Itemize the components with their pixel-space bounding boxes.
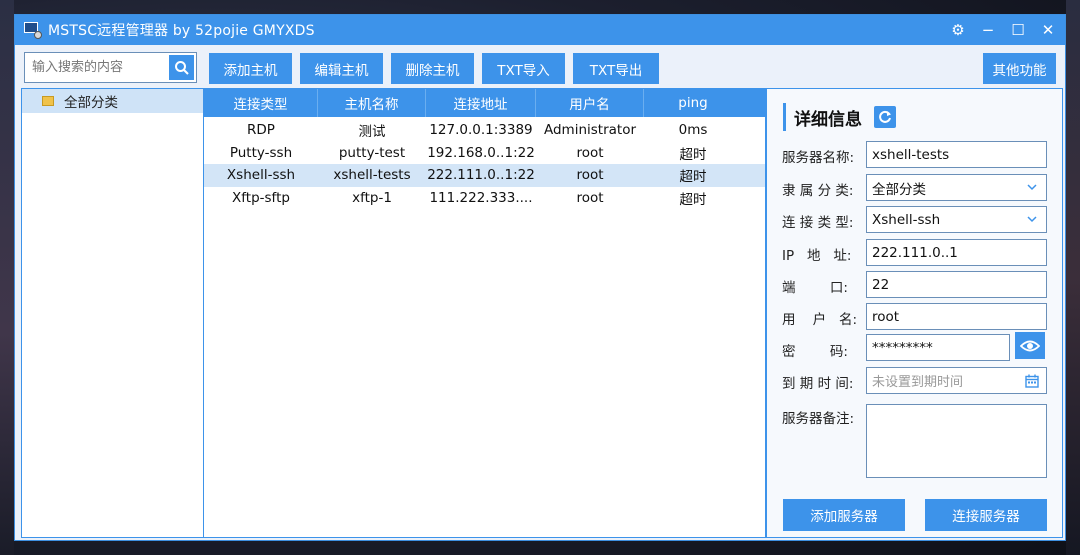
- host-table: 连接类型 主机名称 连接地址 用户名 ping RDP 测试 127.0.0.1…: [203, 88, 766, 538]
- txt-import-button[interactable]: TXT导入: [482, 53, 565, 84]
- settings-gear-icon[interactable]: ⚙: [949, 21, 967, 39]
- cell-type: Putty-ssh: [229, 144, 293, 161]
- cell-name: 测试: [358, 124, 386, 141]
- table-row[interactable]: Xftp-sftp xftp-1 111.222.333.... root 超时: [204, 187, 765, 210]
- edit-host-button[interactable]: 编辑主机: [300, 53, 383, 84]
- cell-user: root: [576, 144, 604, 161]
- cell-address: 127.0.0.1:3389: [429, 122, 533, 139]
- search-box: [24, 52, 197, 83]
- cell-name: xftp-1: [352, 189, 392, 206]
- port-field[interactable]: 22: [866, 271, 1047, 298]
- calendar-icon[interactable]: [1025, 374, 1039, 388]
- cell-type: Xshell-ssh: [226, 167, 296, 184]
- label-conn-type: 连 接 类 型:: [782, 215, 854, 231]
- main-window: MSTSC远程管理器 by 52pojie GMYXDS ⚙ − ☐ ✕ 添加主…: [14, 14, 1066, 541]
- tree-item-label: 全部分类: [64, 95, 118, 111]
- password-field[interactable]: *********: [866, 334, 1010, 361]
- label-category: 隶 属 分 类:: [782, 183, 854, 199]
- expire-placeholder: 未设置到期时间: [872, 375, 964, 390]
- folder-icon: [42, 96, 54, 106]
- label-server-name: 服务器名称:: [782, 150, 855, 166]
- search-icon: [174, 60, 189, 75]
- add-server-button[interactable]: 添加服务器: [783, 499, 905, 531]
- server-note-textarea[interactable]: [866, 404, 1047, 478]
- category-tree: 全部分类: [21, 88, 204, 538]
- close-button[interactable]: ✕: [1039, 21, 1057, 39]
- table-row-selected[interactable]: Xshell-ssh xshell-tests 222.111.0..1:22 …: [204, 164, 765, 187]
- label-expire: 到 期 时 间:: [782, 376, 854, 392]
- label-user: 用 户 名:: [782, 312, 858, 328]
- detail-header: 详细信息: [783, 103, 896, 131]
- label-note: 服务器备注:: [782, 411, 855, 427]
- search-input[interactable]: [25, 54, 167, 81]
- window-title: MSTSC远程管理器 by 52pojie GMYXDS: [48, 23, 315, 39]
- cell-address: 111.222.333....: [429, 189, 533, 206]
- detail-title: 详细信息: [794, 109, 862, 130]
- cell-ping: 超时: [679, 146, 707, 163]
- server-name-field[interactable]: xshell-tests: [866, 141, 1047, 168]
- cell-address: 222.111.0..1:22: [427, 167, 535, 184]
- cell-type: Xftp-sftp: [232, 189, 290, 206]
- label-password: 密 码:: [782, 344, 848, 360]
- cell-type: RDP: [247, 122, 275, 139]
- expire-date-field[interactable]: 未设置到期时间: [866, 367, 1047, 394]
- toolbar: 添加主机 编辑主机 删除主机 TXT导入 TXT导出 其他功能: [15, 51, 1067, 87]
- other-functions-button[interactable]: 其他功能: [983, 53, 1056, 84]
- cell-user: Administrator: [543, 122, 637, 139]
- cell-ping: 超时: [679, 169, 707, 186]
- column-header-address[interactable]: 连接地址: [426, 89, 536, 117]
- detail-panel: 详细信息 服务器名称: xshell-tests 隶 属 分 类: 全部分类 连…: [766, 88, 1063, 538]
- ip-address-field[interactable]: 222.111.0..1: [866, 239, 1047, 266]
- label-port: 端 口:: [782, 280, 848, 296]
- table-header: 连接类型 主机名称 连接地址 用户名 ping: [204, 89, 765, 117]
- table-row[interactable]: Putty-ssh putty-test 192.168.0..1:22 roo…: [204, 142, 765, 165]
- refresh-button[interactable]: [874, 106, 896, 128]
- delete-host-button[interactable]: 删除主机: [391, 53, 474, 84]
- minimize-button[interactable]: −: [979, 21, 997, 39]
- cell-user: root: [576, 167, 604, 184]
- chevron-down-icon: [1027, 216, 1037, 223]
- eye-icon: [1020, 340, 1040, 351]
- tree-item-all-categories[interactable]: 全部分类: [22, 89, 203, 113]
- desktop-background-left: [0, 0, 14, 555]
- desktop-background-right: [1066, 0, 1080, 555]
- username-field[interactable]: root: [866, 303, 1047, 330]
- refresh-icon: [879, 110, 891, 123]
- show-password-button[interactable]: [1015, 332, 1045, 359]
- search-button[interactable]: [169, 55, 194, 80]
- cell-name: xshell-tests: [333, 167, 411, 184]
- column-header-ping[interactable]: ping: [644, 89, 742, 117]
- window-controls: ⚙ − ☐ ✕: [949, 15, 1057, 45]
- column-header-user[interactable]: 用户名: [536, 89, 644, 117]
- category-value: 全部分类: [872, 181, 926, 198]
- chevron-down-icon: [1027, 184, 1037, 191]
- app-icon: [24, 21, 42, 39]
- category-select[interactable]: 全部分类: [866, 174, 1047, 201]
- cell-ping: 0ms: [678, 122, 708, 139]
- maximize-button[interactable]: ☐: [1009, 21, 1027, 39]
- cell-ping: 超时: [679, 191, 707, 208]
- column-header-name[interactable]: 主机名称: [318, 89, 426, 117]
- connection-type-select[interactable]: Xshell-ssh: [866, 206, 1047, 233]
- title-accent-bar: [783, 103, 786, 131]
- label-ip: IP 地 址:: [782, 248, 852, 264]
- column-header-type[interactable]: 连接类型: [204, 89, 318, 117]
- cell-user: root: [576, 189, 604, 206]
- txt-export-button[interactable]: TXT导出: [573, 53, 659, 84]
- table-row[interactable]: RDP 测试 127.0.0.1:3389 Administrator 0ms: [204, 119, 765, 142]
- conn-type-value: Xshell-ssh: [872, 211, 941, 228]
- cell-address: 192.168.0..1:22: [427, 144, 535, 161]
- connect-server-button[interactable]: 连接服务器: [925, 499, 1047, 531]
- title-bar[interactable]: MSTSC远程管理器 by 52pojie GMYXDS ⚙ − ☐ ✕: [15, 15, 1065, 45]
- cell-name: putty-test: [338, 144, 406, 161]
- add-host-button[interactable]: 添加主机: [209, 53, 292, 84]
